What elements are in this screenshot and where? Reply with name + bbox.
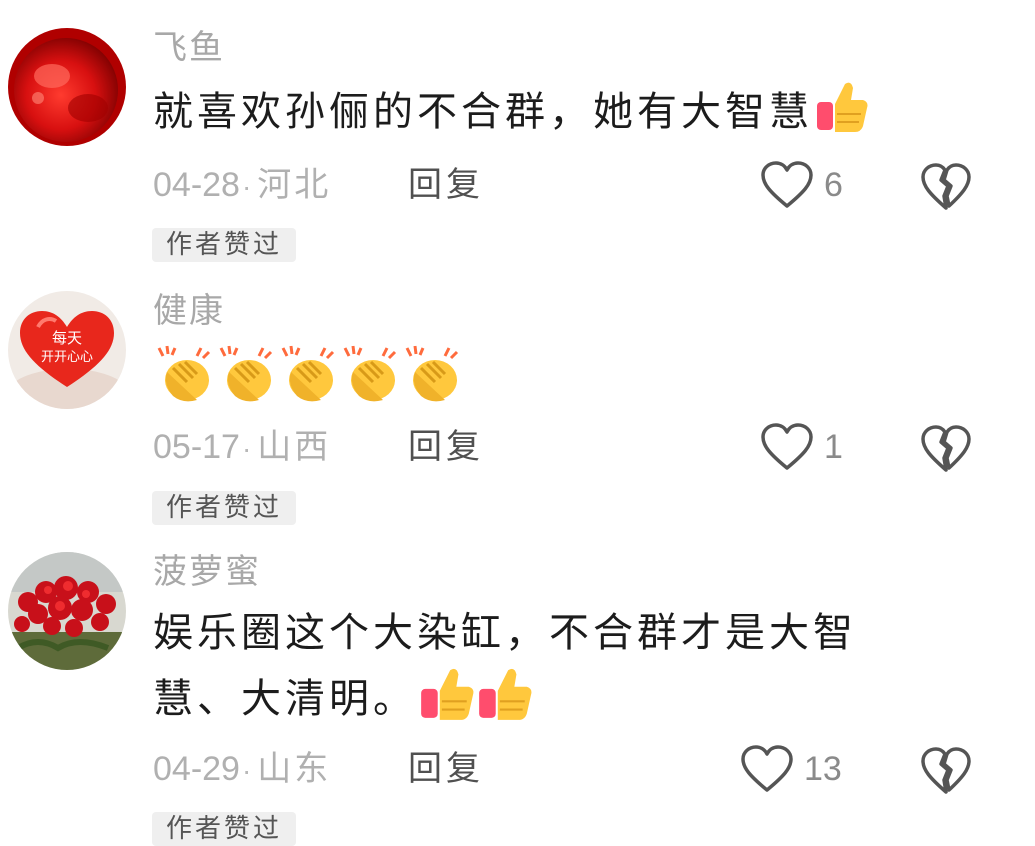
comment-text-line-2: 慧、大清明。 xyxy=(153,664,953,740)
like-button[interactable]: 6 xyxy=(760,160,843,210)
author-name[interactable]: 健康 xyxy=(153,291,225,331)
comment-text-content: 就喜欢孙俪的不合群，她有大智慧 xyxy=(153,89,813,135)
comment-text-line: 娱乐圈这个大染缸，不合群才是大智 xyxy=(153,610,857,656)
reply-button[interactable]: 回复 xyxy=(408,749,484,789)
meta-separator: · xyxy=(241,171,252,203)
reply-button[interactable]: 回复 xyxy=(408,165,484,205)
author-name[interactable]: 飞鱼 xyxy=(153,28,225,68)
clapping-hands-emoji-icon xyxy=(215,344,277,424)
reply-button[interactable]: 回复 xyxy=(408,427,484,467)
heart-icon xyxy=(741,745,793,792)
comment-text-content: 慧、大清明。 xyxy=(153,676,417,722)
author-liked-badge: 作者赞过 xyxy=(152,812,297,846)
like-count: 6 xyxy=(824,165,843,204)
comment-text: 就喜欢孙俪的不合群，她有大智慧 xyxy=(153,78,953,152)
comment-text xyxy=(153,344,953,424)
clapping-hands-emoji-icon xyxy=(339,344,401,424)
comment-location: 河北 xyxy=(257,165,332,205)
avatar[interactable] xyxy=(8,28,126,146)
author-liked-badge: 作者赞过 xyxy=(152,228,297,262)
meta-separator: · xyxy=(241,433,252,465)
broken-heart-icon xyxy=(921,163,971,210)
avatar[interactable] xyxy=(8,552,126,670)
like-button[interactable]: 1 xyxy=(760,422,843,472)
avatar-image xyxy=(8,552,126,670)
broken-heart-icon xyxy=(921,425,971,472)
comment-meta: 05-17· 山西 xyxy=(153,427,331,469)
dislike-button[interactable] xyxy=(920,424,972,478)
meta-separator: · xyxy=(241,755,252,787)
thumbs-up-emoji-icon xyxy=(417,664,475,740)
comment-meta: 04-28· 河北 xyxy=(153,165,331,207)
thumbs-up-emoji-icon xyxy=(813,78,869,152)
heart-icon xyxy=(761,423,813,470)
like-count: 1 xyxy=(824,427,843,466)
dislike-button[interactable] xyxy=(920,162,972,216)
comment-meta: 04-29· 山东 xyxy=(153,749,331,791)
comment-text: 娱乐圈这个大染缸，不合群才是大智 慧、大清明。 xyxy=(153,602,953,740)
clapping-hands-emoji-icon xyxy=(401,344,463,424)
avatar[interactable]: 每天 开开心心 xyxy=(8,291,126,409)
comment-location: 山东 xyxy=(257,749,332,789)
author-liked-badge: 作者赞过 xyxy=(152,491,297,525)
comment-location: 山西 xyxy=(257,427,332,467)
clapping-hands-emoji-icon xyxy=(277,344,339,424)
broken-heart-icon xyxy=(921,747,971,794)
like-count: 13 xyxy=(804,749,842,788)
dislike-button[interactable] xyxy=(920,746,972,800)
like-button[interactable]: 13 xyxy=(740,744,842,794)
avatar-text: 开开心心 xyxy=(41,350,93,365)
avatar-image xyxy=(8,28,126,146)
heart-icon xyxy=(761,161,813,208)
avatar-image: 每天 开开心心 xyxy=(8,291,126,409)
avatar-text: 每天 xyxy=(52,329,82,347)
author-name[interactable]: 菠萝蜜 xyxy=(153,552,261,592)
comment-date: 05-17 xyxy=(153,428,240,466)
clapping-hands-emoji-icon xyxy=(153,344,215,424)
comment-date: 04-29 xyxy=(153,750,240,788)
thumbs-up-emoji-icon xyxy=(475,664,533,740)
comment-date: 04-28 xyxy=(153,166,240,204)
